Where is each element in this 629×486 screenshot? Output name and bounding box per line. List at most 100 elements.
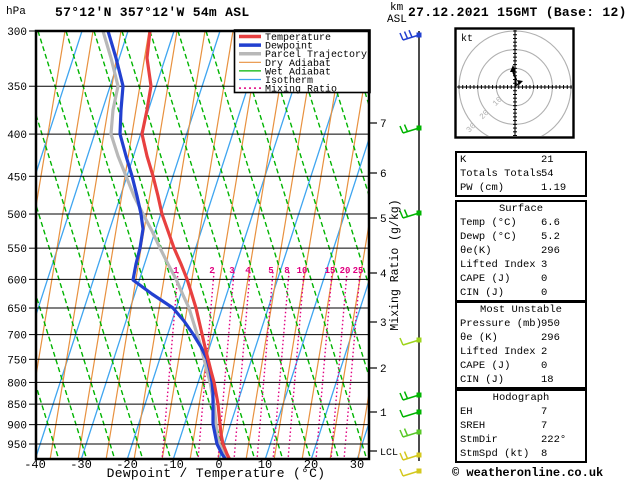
indices-table-surface: SurfaceTemp (°C)6.6Dewp (°C)5.2θe(K)296L… <box>455 200 587 302</box>
indices-table-hodograph: HodographEH7SREH 7 StmDir 222° StmSpd (kt) 8 <box>455 389 587 463</box>
row-value: 5.2 <box>541 230 560 244</box>
mixing-ratio-value-label: 10 <box>297 266 308 276</box>
pressure-tick-label: 600 <box>7 275 27 287</box>
pressure-tick-label: 800 <box>7 378 27 390</box>
row-value: 7 <box>541 419 547 433</box>
pressure-tick-label: 700 <box>7 331 27 343</box>
km-tick-label: 5 <box>380 214 387 226</box>
mixing-ratio-value-label: 2 <box>209 266 214 276</box>
pressure-tick-label: 550 <box>7 244 27 256</box>
legend-item-label: Mixing Ratio <box>265 84 337 96</box>
mixing-ratio-axis-label: Mixing Ratio (g/kg) <box>389 199 402 330</box>
row-label: StmSpd (kt) <box>460 447 529 461</box>
hodograph-panel: 102030 <box>456 29 574 144</box>
row-value: 0 <box>541 359 547 373</box>
wind-barb-column <box>400 30 422 476</box>
pressure-tick-label: 850 <box>7 400 27 412</box>
pressure-tick-label: 450 <box>7 172 27 184</box>
km-tick-label: 3 <box>380 318 387 330</box>
row-value: 0 <box>541 286 547 300</box>
wind-barb <box>400 410 422 418</box>
wind-barb <box>400 469 422 477</box>
row-label: Lifted Index <box>460 345 536 359</box>
km-tick-label: 1 <box>380 408 387 420</box>
row-value: 54 <box>541 167 554 181</box>
table-row: θe (K)296 <box>457 331 585 345</box>
mixing-ratio-line <box>162 272 178 460</box>
row-value: 222° <box>541 433 566 447</box>
row-label: StmDir <box>460 433 498 447</box>
wind-barb <box>400 30 422 40</box>
row-value: 0 <box>541 272 547 286</box>
table-row: SREH 7 <box>457 419 585 433</box>
pressure-tick-label: 750 <box>7 355 27 367</box>
row-value: 7 <box>541 405 547 419</box>
wind-barb <box>400 125 422 133</box>
table-row: CIN (J) 0 <box>457 286 585 300</box>
table-row: Totals Totals54 <box>457 167 585 181</box>
indices-table-stability: K21Totals Totals54PW (cm)1.19 <box>455 151 587 197</box>
table-row: StmSpd (kt) 8 <box>457 447 585 461</box>
wind-barb <box>400 452 422 460</box>
row-value: 1.19 <box>541 181 566 195</box>
hodograph-unit-label: kt <box>461 33 473 45</box>
row-label: PW (cm) <box>460 181 504 195</box>
pressure-tick-label: 400 <box>7 130 27 142</box>
pressure-tick-label: 350 <box>7 82 27 94</box>
pressure-tick-label: 950 <box>7 440 27 452</box>
km-tick-label: 2 <box>380 364 387 376</box>
table-row: Lifted Index 3 <box>457 258 585 272</box>
copyright-label: © weatheronline.co.uk <box>452 466 603 480</box>
row-value: 6.6 <box>541 216 560 230</box>
table-header: Most Unstable <box>457 303 585 317</box>
mixing-ratio-value-label: 20 <box>340 266 351 276</box>
temperature-tick-label: -30 <box>70 458 92 472</box>
mixing-ratio-value-label: 4 <box>245 266 251 276</box>
row-label: Pressure (mb) <box>460 317 542 331</box>
row-label: CAPE (J) <box>460 359 510 373</box>
wind-barb <box>400 338 422 346</box>
row-label: Temp (°C) <box>460 216 517 230</box>
table-row: PW (cm) 1.19 <box>457 181 585 195</box>
row-value: 950 <box>541 317 560 331</box>
pressure-tick-label: 650 <box>7 304 27 316</box>
pressure-tick-label: 300 <box>7 27 27 39</box>
table-row: CAPE (J) 0 <box>457 272 585 286</box>
row-label: SREH <box>460 419 485 433</box>
mixing-ratio-value-label: 1 <box>173 266 179 276</box>
mixing-ratio-line <box>273 272 289 460</box>
row-value: 21 <box>541 153 554 167</box>
km-tick-label: 7 <box>380 119 387 131</box>
mixing-ratio-line <box>257 272 273 460</box>
mixing-ratio-value-label: 5 <box>268 266 273 276</box>
table-row: StmDir 222° <box>457 433 585 447</box>
table-row: CIN (J)18 <box>457 373 585 387</box>
mixing-ratio-value-label: 15 <box>325 266 336 276</box>
table-row: θe(K) 296 <box>457 244 585 258</box>
indices-table-most-unstable: Most UnstablePressure (mb)950θe (K)296Li… <box>455 301 587 389</box>
wet-adiabat-line <box>0 31 3 460</box>
mixing-ratio-value-label: 25 <box>353 266 364 276</box>
table-row: CAPE (J) 0 <box>457 359 585 373</box>
pressure-tick-label: 900 <box>7 421 27 433</box>
table-row: K21 <box>457 153 585 167</box>
row-label: Totals Totals <box>460 167 542 181</box>
mixing-ratio-line <box>234 272 250 460</box>
temperature-tick-label: 30 <box>350 458 364 472</box>
row-label: Lifted Index <box>460 258 536 272</box>
row-value: 296 <box>541 244 560 258</box>
table-header: Hodograph <box>457 391 585 405</box>
row-value: 8 <box>541 447 547 461</box>
sounding-screenshot: hPa 57°12'N 357°12'W 54m ASL km ASL 27.1… <box>0 0 629 486</box>
row-value: 18 <box>541 373 554 387</box>
table-row: Temp (°C) 6.6 <box>457 216 585 230</box>
row-value: 2 <box>541 345 547 359</box>
row-label: CAPE (J) <box>460 272 510 286</box>
row-label: CIN (J) <box>460 286 504 300</box>
wind-barb <box>400 210 422 218</box>
x-axis-title: Dewpoint / Temperature (°C) <box>107 466 326 481</box>
row-label: θe(K) <box>460 244 492 258</box>
table-row: EH7 <box>457 405 585 419</box>
row-value: 296 <box>541 331 560 345</box>
row-value: 3 <box>541 258 547 272</box>
